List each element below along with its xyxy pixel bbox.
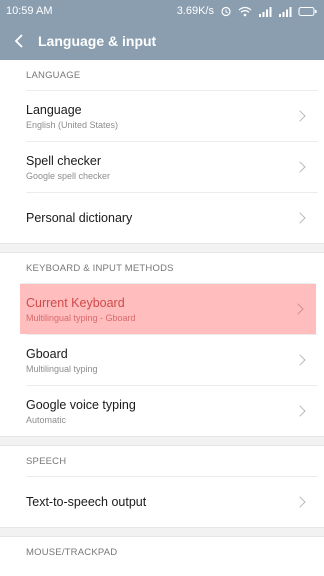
setting-title: Google voice typing: [26, 397, 136, 412]
status-bar: 10:59 AM 3.69K/s: [0, 0, 324, 22]
alarm-icon: [221, 6, 231, 17]
section-divider: [0, 243, 324, 253]
setting-subtitle: Automatic: [26, 414, 67, 425]
setting-title: Current Keyboard: [26, 295, 125, 310]
app-bar: Language & input: [0, 22, 324, 60]
back-button[interactable]: [0, 22, 38, 60]
battery-icon: [298, 6, 317, 16]
settings-list: LANGUAGE Language English (United States…: [0, 60, 324, 576]
wifi-icon: [238, 6, 252, 16]
status-time: 10:59 AM: [6, 5, 53, 17]
setting-title: Language: [26, 102, 82, 117]
section-header-keyboard: KEYBOARD & INPUT METHODS: [26, 262, 174, 274]
section-header-language: LANGUAGE: [26, 69, 81, 81]
setting-spell-checker[interactable]: Spell checker Google spell checker: [26, 141, 318, 192]
page-title: Language & input: [38, 33, 157, 49]
setting-subtitle: Google spell checker: [26, 170, 111, 181]
signal-icon: [279, 6, 292, 17]
section-header-speech: SPEECH: [26, 455, 67, 467]
setting-title: Personal dictionary: [26, 211, 133, 225]
network-speed: 3.69K/s: [176, 5, 214, 17]
setting-language[interactable]: Language English (United States): [26, 90, 318, 141]
setting-tts-output[interactable]: Text-to-speech output: [26, 476, 318, 527]
setting-google-voice-typing[interactable]: Google voice typing Automatic: [26, 385, 318, 436]
setting-subtitle: English (United States): [26, 119, 119, 130]
section-header-mouse: MOUSE/TRACKPAD: [26, 546, 118, 558]
section-divider: [0, 436, 324, 446]
status-icons: 3.69K/s: [177, 5, 318, 17]
setting-subtitle: Multilingual typing: [26, 363, 98, 374]
setting-title: Gboard: [26, 346, 68, 361]
setting-gboard[interactable]: Gboard Multilingual typing: [26, 334, 318, 385]
setting-current-keyboard[interactable]: Current Keyboard Multilingual typing - G…: [20, 283, 316, 334]
setting-subtitle: Multilingual typing - Gboard: [26, 312, 136, 323]
setting-title: Spell checker: [26, 153, 102, 168]
back-arrow-icon: [14, 34, 23, 48]
section-divider: [0, 527, 324, 537]
signal-icon: [259, 6, 272, 17]
setting-personal-dictionary[interactable]: Personal dictionary: [26, 192, 318, 243]
setting-title: Text-to-speech output: [26, 495, 147, 509]
